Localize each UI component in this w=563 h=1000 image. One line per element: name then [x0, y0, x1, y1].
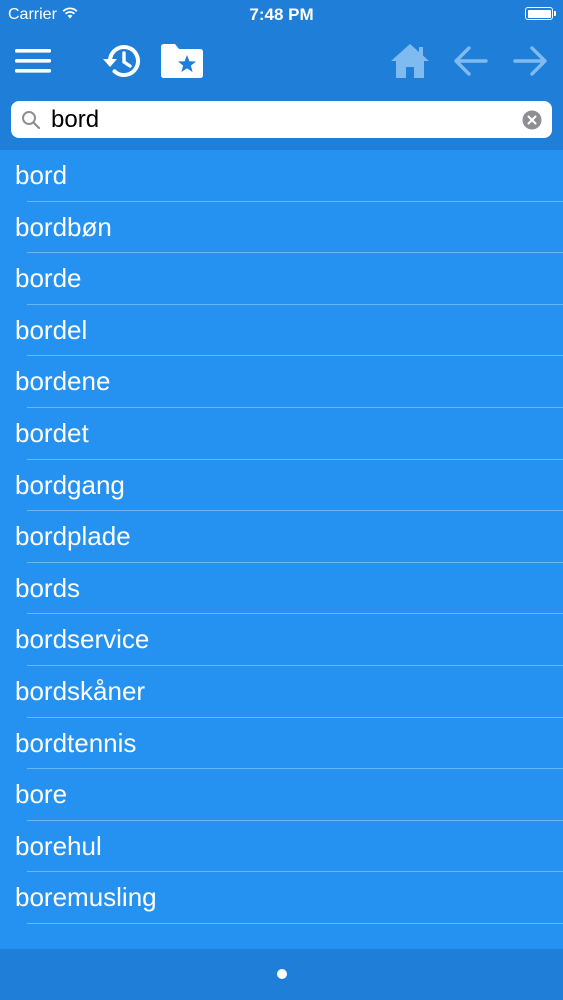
- result-row[interactable]: borde: [0, 253, 563, 305]
- back-arrow-icon: [454, 46, 488, 76]
- result-row[interactable]: bordgang: [0, 460, 563, 512]
- page-indicator-dot: [277, 969, 287, 979]
- result-row[interactable]: bordplade: [0, 511, 563, 563]
- result-row[interactable]: bordet: [0, 408, 563, 460]
- bottom-bar: [0, 949, 563, 1000]
- history-icon: [103, 45, 140, 77]
- result-label: bordservice: [15, 624, 150, 655]
- result-label: bordgang: [15, 469, 125, 500]
- result-row[interactable]: bords: [0, 563, 563, 615]
- result-row[interactable]: bordservice: [0, 614, 563, 666]
- result-row[interactable]: bordbøn: [0, 202, 563, 254]
- result-label: bordbøn: [15, 211, 112, 242]
- history-button[interactable]: [99, 38, 145, 84]
- result-row[interactable]: bord: [0, 150, 563, 202]
- menu-icon: [15, 49, 51, 73]
- result-row[interactable]: bordene: [0, 356, 563, 408]
- result-label: bordel: [15, 314, 88, 345]
- search-field-container[interactable]: [11, 101, 552, 138]
- clear-search-icon[interactable]: [522, 110, 542, 130]
- result-label: bordtennis: [15, 727, 137, 758]
- result-row[interactable]: bordel: [0, 305, 563, 357]
- result-label: boremusling: [15, 882, 157, 913]
- status-time: 7:48 PM: [249, 5, 314, 24]
- result-label: bord: [15, 160, 68, 190]
- row-separator: [27, 922, 563, 924]
- result-row[interactable]: borehul: [0, 821, 563, 873]
- result-label: bords: [15, 572, 81, 603]
- home-button[interactable]: [387, 38, 433, 84]
- favorites-button[interactable]: [159, 38, 205, 84]
- search-icon: [22, 111, 41, 130]
- result-label: bordskåner: [15, 675, 146, 706]
- result-label: bordet: [15, 417, 89, 448]
- results-list: bord bordbøn borde bordel bordene bordet bordg…: [0, 150, 563, 949]
- home-icon: [391, 44, 429, 78]
- search-bar: [0, 92, 563, 150]
- result-row[interactable]: bordtennis: [0, 718, 563, 770]
- favorites-folder-icon: [161, 44, 203, 78]
- result-label: borehul: [15, 830, 102, 861]
- search-input[interactable]: [49, 104, 523, 136]
- forward-arrow-icon: [513, 46, 547, 76]
- toolbar: [0, 30, 563, 92]
- result-row[interactable]: boremusling: [0, 872, 563, 924]
- result-label: bore: [15, 779, 68, 810]
- result-row[interactable]: bordskåner: [0, 666, 563, 718]
- result-label: bordplade: [15, 521, 131, 552]
- result-row[interactable]: bore: [0, 769, 563, 821]
- menu-button[interactable]: [10, 38, 56, 84]
- status-bar: Carrier 7:48 PM: [0, 0, 563, 30]
- result-label: bordene: [15, 366, 111, 397]
- forward-button[interactable]: [507, 38, 553, 84]
- battery-icon: [525, 7, 556, 20]
- result-label: borde: [15, 263, 82, 294]
- back-button[interactable]: [448, 38, 494, 84]
